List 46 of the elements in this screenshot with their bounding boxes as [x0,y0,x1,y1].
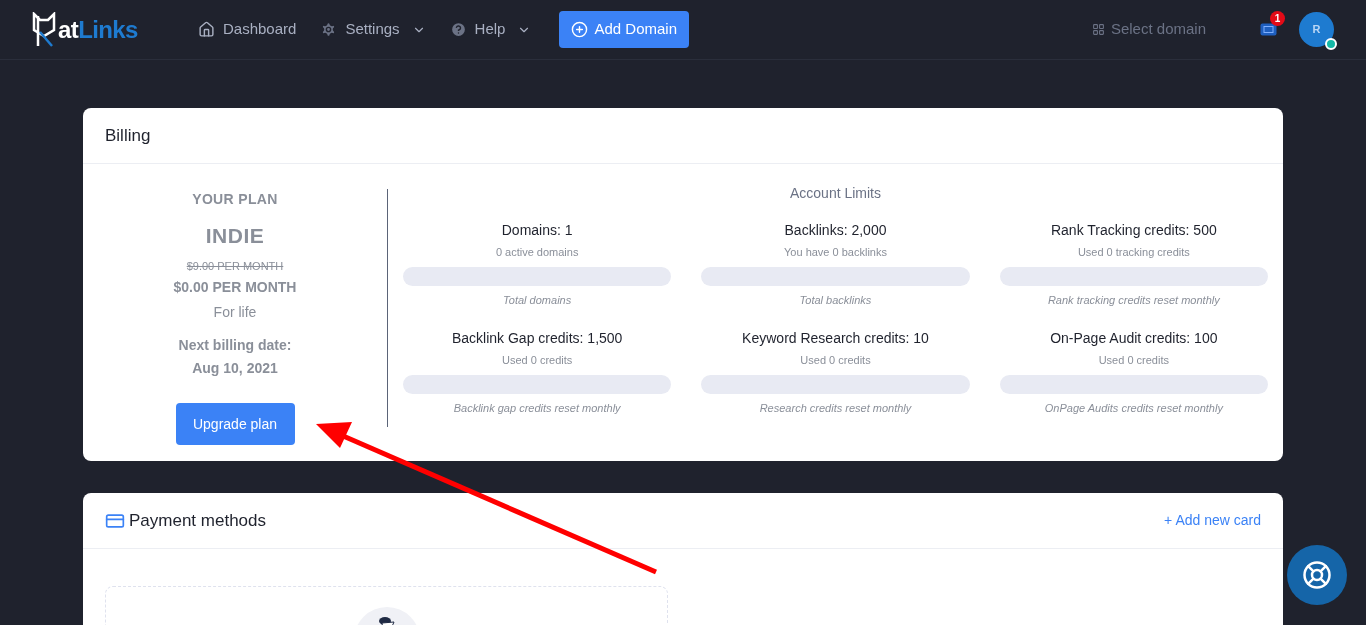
plus-circle-icon [571,21,589,38]
nav-link[interactable]: Dashboard [198,18,297,41]
limit-subtitle: 0 active domains [495,245,579,260]
nav-link[interactable]: Settings [320,18,426,41]
limit-caption: Total backlinks [799,292,872,308]
limit-subtitle: Used 0 credits [1098,353,1169,368]
lifebuoy-icon [1302,560,1332,590]
card-title: Payment methods [129,509,266,532]
limit-caption: Rank tracking credits reset monthly [1047,292,1220,308]
next-billing-date: Aug 10, 2021 [192,359,278,378]
user-avatar[interactable]: R [1299,12,1334,47]
limit-title: On-Page Audit credits: 100 [1050,329,1218,348]
add-card-link[interactable]: + Add new card [1164,510,1261,531]
home-icon [198,21,215,38]
next-billing-label: Next billing date: [178,336,292,355]
limit-title: Backlink Gap credits: 1,500 [451,329,623,348]
account-limits-title: Account Limits [788,184,882,203]
plan-name: INDIE [205,223,265,249]
upgrade-plan-button[interactable]: Upgrade plan [175,403,295,445]
limit-caption: Research credits reset monthly [759,400,912,416]
card-icon[interactable] [1260,23,1277,36]
cat-mask-icon [32,11,58,48]
plan-price: $0.00 PER MONTH [173,278,297,297]
limit-title: Rank Tracking credits: 500 [1050,221,1217,240]
plan-term: For life [213,303,257,322]
limit-subtitle: Used 0 credits [502,353,573,368]
old-price: $9.00 PER MONTH [186,258,284,274]
limit-caption: Total domains [503,292,572,308]
limit-caption: Backlink gap credits reset monthly [453,400,621,416]
limit-title: Keyword Research credits: 10 [742,329,929,348]
card-title: Billing [105,124,151,147]
limit-subtitle: You have 0 backlinks [784,245,887,260]
add-domain-button[interactable]: Add Domain [559,11,689,48]
notification-badge: 1 [1270,11,1285,26]
limit-title: Backlinks: 2,000 [784,221,887,240]
logo-text[interactable]: atLinks [58,11,138,48]
support-chat-button[interactable] [1287,545,1347,605]
limit-caption: OnPage Audits credits reset monthly [1044,400,1223,416]
help-icon [449,21,467,38]
limit-title: Domains: 1 [501,221,573,240]
nav-link[interactable]: Help [449,18,532,41]
limit-subtitle: Used 0 tracking credits [1077,245,1190,260]
limit-subtitle: Used 0 credits [800,353,871,368]
plan-heading: YOUR PLAN [192,190,278,209]
select-domain-button[interactable]: Select domain [1091,18,1206,41]
grid-icon [1091,23,1105,36]
